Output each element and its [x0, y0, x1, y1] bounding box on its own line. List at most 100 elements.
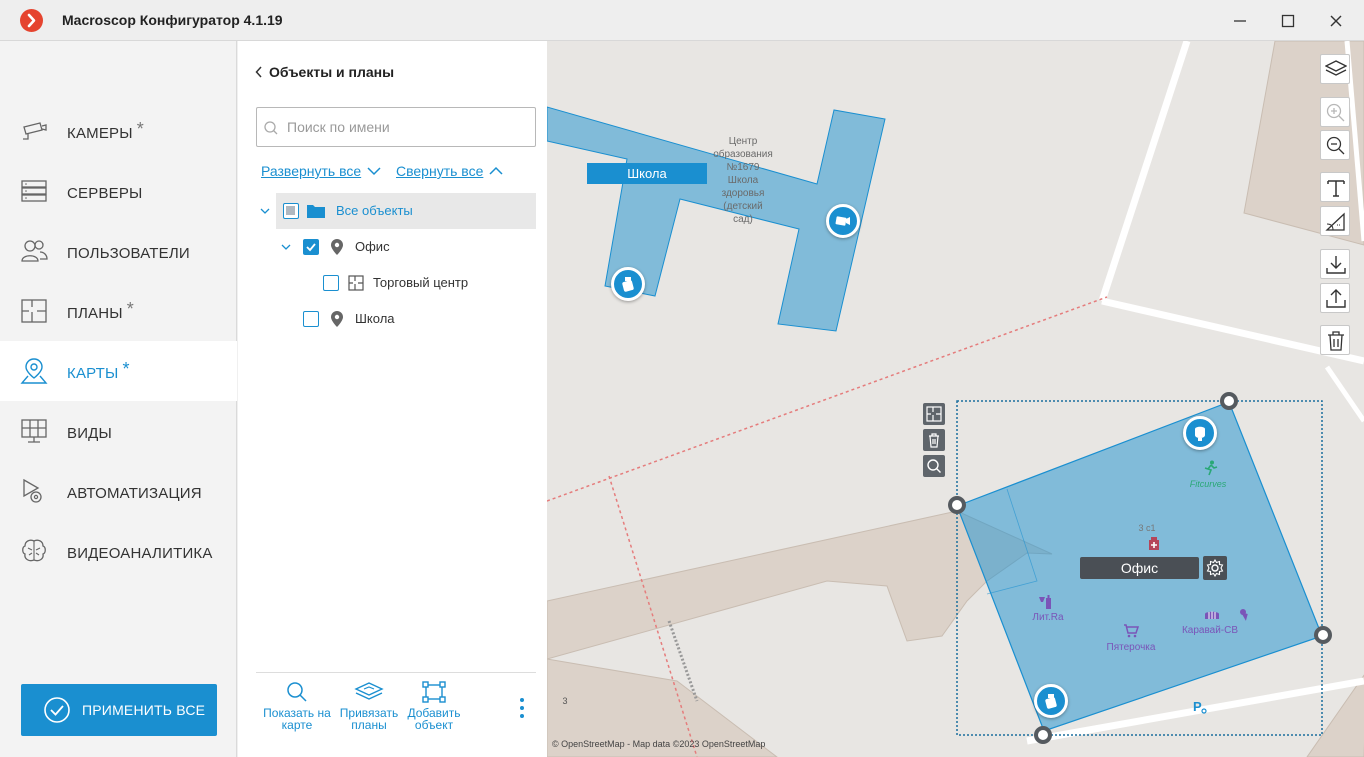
- apply-all-button[interactable]: ПРИМЕНИТЬ ВСЕ: [21, 684, 217, 736]
- bind-plans-button[interactable]: Привязать планы: [338, 681, 400, 731]
- layers-button[interactable]: [1320, 54, 1350, 84]
- poi-label: Пятерочка: [1106, 642, 1156, 653]
- tree-item-mall[interactable]: Торговый центр: [276, 265, 536, 301]
- ice-cream-icon: [1240, 609, 1248, 621]
- measure-tool-button[interactable]: [1320, 206, 1350, 236]
- resize-handle[interactable]: [948, 496, 966, 514]
- floorplan-icon: [926, 406, 942, 422]
- pharmacy-icon: [1149, 537, 1159, 550]
- minimize-icon: [1234, 19, 1246, 22]
- chevron-up-icon[interactable]: [488, 164, 504, 178]
- camera-marker[interactable]: [611, 267, 645, 301]
- window-title: Macroscop Конфигуратор 4.1.19: [62, 12, 283, 28]
- tree-checkbox[interactable]: [303, 311, 319, 327]
- tool-label: Добавить объект: [407, 706, 461, 732]
- add-object-button[interactable]: Добавить объект: [403, 681, 465, 731]
- house-number: 3 с1: [1138, 523, 1156, 533]
- search-field[interactable]: [256, 107, 536, 147]
- school-map-label[interactable]: Школа: [587, 163, 707, 184]
- resize-handle[interactable]: [1314, 626, 1332, 644]
- sidebar-item-servers[interactable]: СЕРВЕРЫ: [0, 161, 237, 221]
- tree-item-office[interactable]: Офис: [276, 229, 536, 265]
- map-canvas[interactable]: Центр образования №1679 Школа здоровья (детск…: [547, 41, 1364, 757]
- tree-item-label: Офис: [355, 239, 390, 254]
- expand-all-link[interactable]: Развернуть все: [261, 163, 361, 179]
- camera-marker[interactable]: [826, 204, 860, 238]
- poi-label: Каравай-СВ: [1181, 625, 1239, 636]
- parking-icon: P: [1193, 699, 1207, 714]
- unsaved-star: *: [136, 119, 144, 139]
- camera-marker[interactable]: [1183, 416, 1217, 450]
- tree-item-all-objects[interactable]: Все объекты: [260, 193, 536, 229]
- expand-toggle-icon[interactable]: [281, 242, 291, 252]
- building-label: Центр образования №1679 Школа здоровья (детск…: [713, 136, 773, 225]
- sidebar-item-plans[interactable]: ПЛАНЫ *: [0, 281, 237, 341]
- floorplan-edit-button[interactable]: [923, 403, 945, 425]
- sidebar-item-label: ПОЛЬЗОВАТЕЛИ: [67, 245, 190, 262]
- zoom-to-object-button[interactable]: [923, 455, 945, 477]
- sidebar-item-cameras[interactable]: КАМЕРЫ *: [0, 101, 237, 161]
- house-number: 3: [562, 696, 568, 706]
- tree-checkbox[interactable]: [323, 275, 339, 291]
- fitness-icon: [1204, 460, 1218, 476]
- apply-all-label: ПРИМЕНИТЬ ВСЕ: [82, 702, 206, 718]
- tree-item-label: Торговый центр: [373, 275, 469, 290]
- camera-icon: [23, 122, 47, 140]
- objects-panel: Объекты и планы Развернуть все Свернуть …: [238, 41, 547, 757]
- search-input[interactable]: [287, 116, 527, 138]
- sidebar: КАМЕРЫ * СЕРВЕРЫ ПОЛЬЗОВАТЕЛИ ПЛАНЫ * КАРТ…: [0, 41, 237, 757]
- poi-label: Лит.Ra: [1032, 612, 1064, 623]
- text-tool-button[interactable]: [1320, 172, 1350, 202]
- app-logo-icon: [20, 9, 43, 32]
- tree-item-school[interactable]: Школа: [276, 301, 536, 337]
- camera-marker[interactable]: [1034, 684, 1068, 718]
- sidebar-item-videoanalytics[interactable]: ВИДЕОАНАЛИТИКА: [0, 521, 237, 581]
- sidebar-item-label: АВТОМАТИЗАЦИЯ: [67, 485, 202, 502]
- floorplan-icon: [348, 275, 364, 291]
- sidebar-item-label: КАРТЫ: [67, 365, 119, 382]
- sidebar-item-maps[interactable]: КАРТЫ *: [0, 341, 237, 401]
- share-button[interactable]: [1320, 283, 1350, 313]
- sidebar-item-automation[interactable]: АВТОМАТИЗАЦИЯ: [0, 461, 237, 521]
- resize-handle[interactable]: [1034, 726, 1052, 744]
- tree-checkbox[interactable]: [303, 239, 319, 255]
- share-icon: [1326, 289, 1346, 308]
- maximize-button[interactable]: [1264, 0, 1312, 41]
- check-circle-icon: [44, 697, 70, 723]
- map-attribution: © OpenStreetMap - Map data ©2023 OpenStr…: [552, 739, 766, 749]
- back-chevron-icon[interactable]: [254, 64, 264, 80]
- users-icon: [21, 240, 48, 262]
- chevron-down-icon[interactable]: [366, 164, 382, 178]
- collapse-all-link[interactable]: Свернуть все: [396, 163, 483, 179]
- resize-handle[interactable]: [1220, 392, 1238, 410]
- more-menu-icon[interactable]: [519, 698, 525, 720]
- download-button[interactable]: [1320, 249, 1350, 279]
- sidebar-item-label: ПЛАНЫ: [67, 305, 123, 322]
- sidebar-item-views[interactable]: ВИДЫ: [0, 401, 237, 461]
- close-button[interactable]: [1312, 0, 1360, 41]
- camera-icon: [835, 216, 850, 226]
- download-icon: [1326, 256, 1346, 274]
- bakery-icon: [1205, 611, 1219, 619]
- office-settings-button[interactable]: [1203, 556, 1227, 580]
- sidebar-item-users[interactable]: ПОЛЬЗОВАТЕЛИ: [0, 221, 237, 281]
- folder-icon: [307, 205, 325, 218]
- trash-icon: [929, 433, 939, 448]
- camera-icon: [622, 277, 634, 292]
- delete-map-button[interactable]: [1320, 325, 1350, 355]
- minimize-button[interactable]: [1216, 0, 1264, 41]
- show-on-map-button[interactable]: Показать на карте: [258, 681, 336, 731]
- tool-label: Привязать планы: [339, 706, 399, 732]
- tree-item-label: Школа: [355, 311, 395, 326]
- zoom-out-button[interactable]: [1320, 130, 1350, 160]
- sidebar-item-label: КАМЕРЫ: [67, 125, 133, 142]
- delete-object-button[interactable]: [923, 429, 945, 451]
- expand-toggle-icon[interactable]: [260, 206, 270, 216]
- sidebar-item-label: СЕРВЕРЫ: [67, 185, 143, 202]
- layers-icon: [354, 682, 384, 700]
- zoom-in-button[interactable]: [1320, 97, 1350, 127]
- zoom-out-icon: [1326, 136, 1345, 155]
- brain-icon: [22, 539, 46, 562]
- office-map-label[interactable]: Офис: [1080, 557, 1199, 579]
- tree-checkbox[interactable]: [283, 203, 299, 219]
